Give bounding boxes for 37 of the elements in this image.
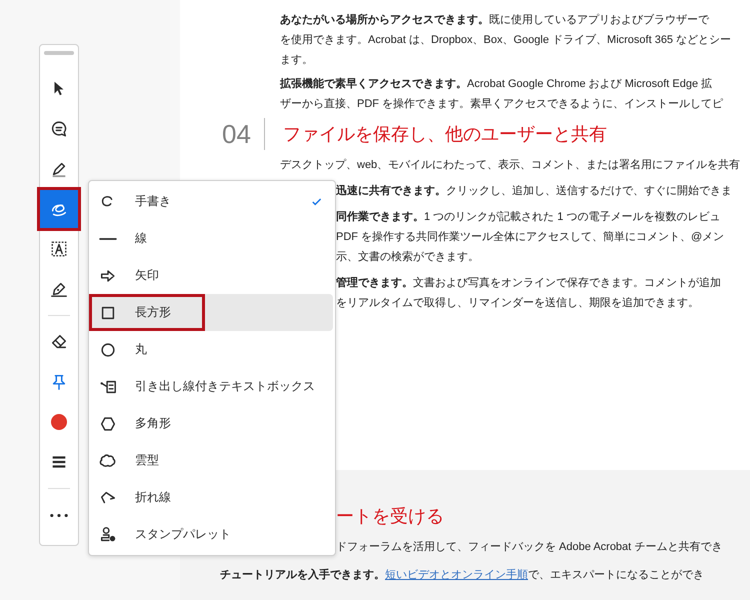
menu-item[interactable]: 矢印	[91, 257, 333, 294]
stamp-icon	[99, 526, 117, 544]
menu-item[interactable]: 線	[91, 220, 333, 257]
more-icon	[50, 512, 68, 518]
pen-nib-icon	[50, 280, 68, 298]
circle-icon	[99, 340, 117, 358]
paragraph: 同作業できます。1 つのリンクが記載された 1 つの電子メールを複数のレビュ PDF を操作する共同作業ツール全体にアクセスして、簡単にコメント、@メン 示、文書の検索ができます。	[336, 210, 724, 265]
eraser-icon	[50, 333, 68, 351]
paragraph: 迅速に共有できます。クリックし、追加し、送信するだけで、すぐに開始できま	[336, 184, 732, 199]
menu-item[interactable]: スタンプパレット	[91, 516, 333, 553]
menu-item[interactable]: 折れ線	[91, 479, 333, 516]
highlighter-icon	[50, 160, 68, 178]
paragraph: あなたがいる場所からアクセスできます。既に使用しているアプリおよびブラウザーで を使用できます。Acrobat は、Dropbox、Box、Google ドライブ、Microsoft 365 などとシー ます。	[280, 12, 732, 68]
section-number: 04	[222, 118, 252, 150]
checkmark-icon	[311, 196, 323, 208]
text-box-icon	[50, 240, 68, 258]
paragraph: ドフォーラムを活用して、フィードバックを Adobe Acrobat チームと共有でき	[336, 540, 722, 555]
section-heading: ファイルを保存し、他のユーザーと共有	[283, 123, 607, 146]
comment-icon	[50, 120, 68, 138]
menu-item[interactable]: 長方形	[91, 294, 333, 331]
menu-item[interactable]: 多角形	[91, 405, 333, 442]
link[interactable]: 短いビデオとオンライン手順	[385, 569, 528, 581]
pushpin-icon	[50, 373, 68, 391]
paragraph: デスクトップ、web、モバイルにわたって、表示、コメント、または署名用にファイルを共有	[280, 158, 740, 173]
section-heading: ートを受ける	[336, 505, 445, 528]
menu-item[interactable]: 丸	[91, 331, 333, 368]
paragraph: チュートリアルを入手できます。短いビデオとオンライン手順で、エキスパートになることができ	[220, 568, 704, 583]
menu-item[interactable]: 雲型	[91, 442, 333, 479]
grip-handle[interactable]	[44, 51, 74, 55]
menu-item[interactable]: 手書き	[91, 183, 333, 220]
line-icon	[99, 236, 117, 240]
freehand-tool-button[interactable]	[37, 187, 81, 231]
paragraph: 拡張機能で素早くアクセスできます。Acrobat Google Chrome および Microsoft Edge 拡 ザーから直接、PDF を操作できます。素早くアクセスできるように、インストールしてピ	[280, 76, 724, 112]
hexagon-icon	[99, 414, 117, 432]
paragraph: 管理できます。文書および写真をオンラインで保存できます。コメントが追加 をリアルタイムで取得し、リマインダーを送信し、期限を追加できます。	[336, 276, 721, 311]
cloud-icon	[99, 452, 117, 470]
menu-item[interactable]: 引き出し線付きテキストボックス	[91, 368, 333, 405]
